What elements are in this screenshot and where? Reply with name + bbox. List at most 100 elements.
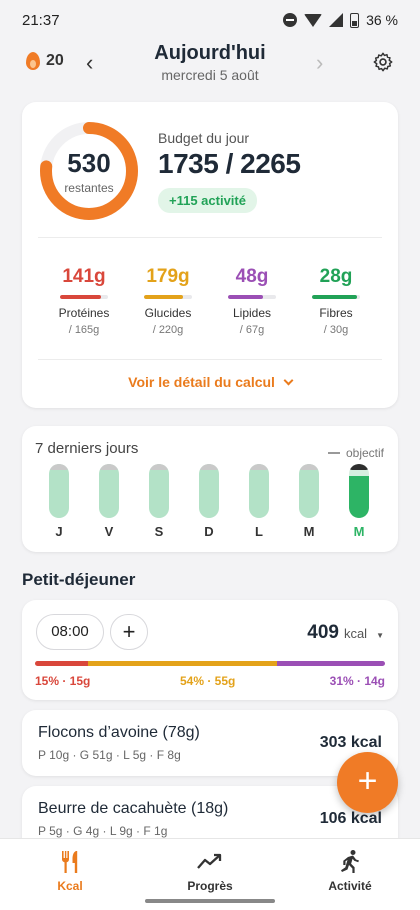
goal-marker (299, 464, 319, 470)
trend-up-icon (197, 853, 222, 869)
battery-percent: 36 % (366, 12, 398, 28)
day-bar-track (299, 464, 319, 518)
goal-marker (349, 464, 369, 470)
day-label: J (55, 524, 63, 539)
running-person-icon (341, 850, 359, 873)
goal-marker (249, 464, 269, 470)
battery-icon (350, 12, 360, 28)
food-macros: P 5g · G 4g · L 9g · F 1g (38, 824, 168, 838)
goal-marker (149, 464, 169, 470)
split-label-proteins: 15% · 15g (35, 674, 91, 688)
meal-time-button[interactable]: 08:00 (36, 614, 104, 650)
ring-center: 530 restantes (38, 120, 140, 222)
day-label: M (303, 524, 315, 539)
nav-tab-activity[interactable]: Activité (280, 839, 420, 910)
add-food-button[interactable]: + (110, 614, 148, 650)
day-label: L (255, 524, 263, 539)
macro-fibers: 28g Fibres / 30g (294, 266, 378, 336)
status-icons: 36 % (283, 12, 398, 28)
macro-progress-fill (312, 295, 357, 299)
day-bar-track (249, 464, 269, 518)
status-time: 21:37 (22, 11, 60, 29)
macro-target: / 67g (239, 324, 265, 336)
day-bar-track (99, 464, 119, 518)
status-bar: 21:37 36 % (0, 0, 420, 40)
calculation-detail-link[interactable]: Voir le détail du calcul (22, 374, 398, 390)
caret-down-icon: ▼ (376, 631, 384, 640)
streak-counter[interactable]: 20 (26, 52, 64, 70)
day-label: M (353, 524, 365, 539)
meal-kcal-value: 409 (307, 622, 339, 643)
home-indicator[interactable] (145, 899, 275, 903)
meal-section-title: Petit-déjeuner (22, 570, 136, 589)
macro-split-segment (87, 661, 277, 666)
food-kcal: 106 kcal (319, 810, 382, 827)
macro-name: Protéines (58, 306, 110, 320)
do-not-disturb-icon (283, 13, 298, 27)
macro-carbs: 179g Glucides / 220g (126, 266, 210, 336)
budget-value: 1735 / 2265 (158, 148, 301, 179)
page-title: Aujourd'hui (154, 42, 266, 64)
macro-target: / 220g (152, 324, 184, 336)
app-header: 20 ‹ Aujourd'hui mercredi 5 août › (0, 40, 420, 86)
split-label-carbs: 54% · 55g (180, 674, 236, 688)
calories-remaining-label: restantes (64, 181, 114, 195)
weekly-bars: JVSDLMM (42, 464, 378, 544)
day-bar-track (349, 464, 369, 518)
meal-kcal-unit: kcal (343, 626, 368, 641)
day-bar: S (142, 464, 176, 539)
macro-progress-fill (228, 295, 263, 299)
macros-row: 141g Protéines / 165g 179g Glucides / 22… (42, 266, 378, 336)
day-bar-track (199, 464, 219, 518)
macro-split-bar (35, 661, 385, 666)
macro-target: / 165g (68, 324, 100, 336)
food-macros: P 10g · G 51g · L 5g · F 8g (38, 748, 181, 762)
macro-proteins: 141g Protéines / 165g (42, 266, 126, 336)
daily-budget-card: 530 restantes Budget du jour 1735 / 2265… (22, 102, 398, 408)
goal-marker (99, 464, 119, 470)
macro-value: 48g (235, 266, 269, 287)
streak-count: 20 (46, 52, 64, 69)
macro-progress (312, 295, 360, 299)
macro-progress-fill (144, 295, 183, 299)
day-label: D (204, 524, 214, 539)
day-bar-track (149, 464, 169, 518)
day-bar-track (49, 464, 69, 518)
activity-badge: +115 activité (158, 188, 257, 213)
macro-name: Glucides (144, 306, 192, 320)
macro-progress (60, 295, 108, 299)
cell-signal-icon (329, 13, 344, 27)
date-header: Aujourd'hui mercredi 5 août (110, 42, 310, 83)
day-bar: D (192, 464, 226, 539)
macro-name: Fibres (319, 306, 353, 320)
nav-tab-label: Progrès (187, 879, 233, 893)
divider (38, 359, 382, 360)
macro-fats: 48g Lipides / 67g (210, 266, 294, 336)
divider (38, 237, 382, 238)
weekly-history-title: 7 derniers jours (35, 440, 139, 457)
macro-target: / 30g (323, 324, 349, 336)
chevron-left-icon[interactable]: ‹ (86, 52, 93, 74)
goal-line-icon (327, 452, 340, 454)
macro-name: Lipides (232, 306, 272, 320)
day-bar: J (42, 464, 76, 539)
calories-remaining: 530 (67, 148, 111, 178)
weekly-history-card[interactable]: 7 derniers jours objectif J V S D L M M (22, 426, 398, 552)
macro-progress-fill (60, 295, 101, 299)
day-label: V (104, 524, 114, 539)
chevron-right-icon[interactable]: › (316, 52, 323, 74)
calculation-detail-label: Voir le détail du calcul (128, 374, 275, 390)
goal-legend-label: objectif (345, 446, 384, 460)
macro-value: 28g (319, 266, 353, 287)
food-kcal: 303 kcal (319, 734, 382, 751)
meal-kcal-total[interactable]: 409 kcal ▼ (307, 622, 384, 644)
fork-knife-icon (62, 851, 78, 873)
add-entry-fab[interactable]: + (337, 752, 398, 813)
goal-legend: objectif (327, 446, 384, 460)
nav-tab-kcal[interactable]: Kcal (0, 839, 140, 910)
flame-icon (26, 52, 40, 70)
page-date: mercredi 5 août (161, 67, 259, 83)
split-label-fats: 31% · 14g (329, 674, 385, 688)
gear-icon[interactable] (372, 51, 394, 73)
day-bar: M (342, 464, 376, 539)
